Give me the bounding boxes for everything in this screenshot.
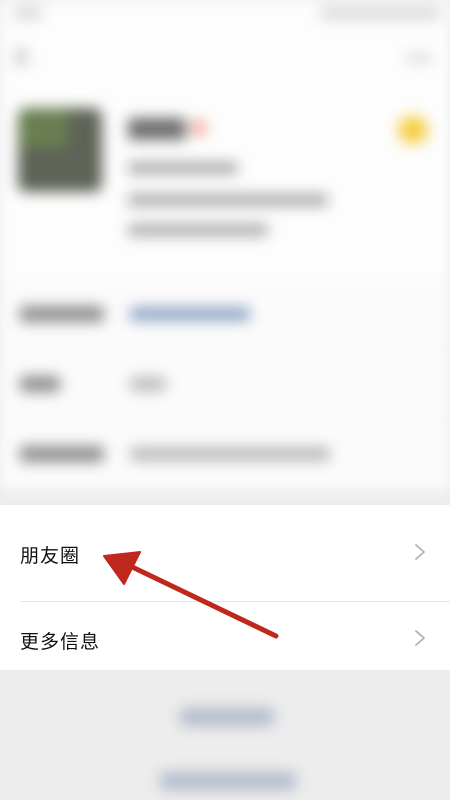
remarks-value[interactable] [130,307,250,321]
profile-header [0,0,450,278]
chevron-right-icon [415,544,425,560]
star-icon[interactable] [398,116,428,144]
tags-value[interactable] [130,377,166,391]
row-divider [18,348,450,349]
status-bar-icons [320,6,440,20]
more-info-label: 更多信息 [20,631,101,653]
wechat-id-line [128,194,328,206]
row-divider [18,418,450,419]
chevron-right-icon [415,630,425,646]
profile-info-rows [0,278,450,490]
moments-row[interactable]: 朋友圈 [0,505,450,600]
region-line [128,224,268,236]
avatar-detail [18,108,68,148]
back-arrow-icon[interactable] [14,48,28,66]
blurred-profile-background [0,0,450,800]
more-options-icon[interactable] [406,54,432,62]
contact-name [128,118,186,140]
nickname-line [128,162,238,174]
status-bar-time [14,6,42,20]
video-call-button[interactable] [160,772,296,790]
signature-label [20,446,104,462]
remarks-label [20,306,104,322]
gender-icon [192,120,206,136]
profile-menu-panel: 朋友圈 更多信息 [0,505,450,670]
signature-value [130,447,330,461]
send-message-button[interactable] [180,708,274,726]
tags-label [20,376,60,392]
more-info-row[interactable]: 更多信息 [0,602,450,670]
moments-label: 朋友圈 [20,545,81,567]
